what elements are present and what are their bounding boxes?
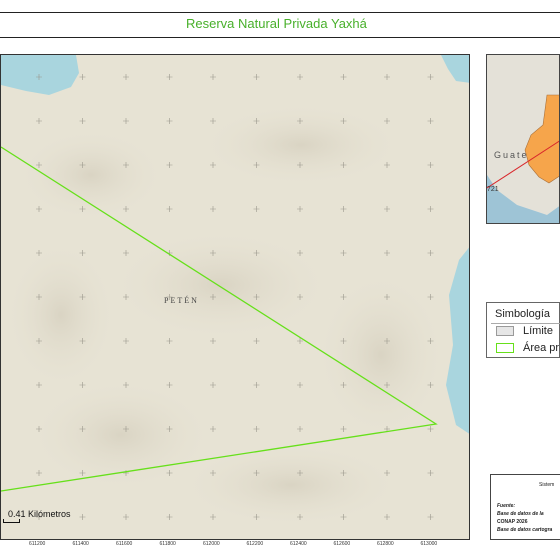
scale-bar: [3, 519, 20, 523]
title-bar: Reserva Natural Privada Yaxhá: [0, 12, 560, 38]
inset-canvas: Guate 721: [487, 55, 559, 223]
tick-label: 612200: [246, 541, 264, 547]
legend-title: Simbología: [495, 308, 551, 320]
tick-label: 612600: [333, 541, 351, 547]
info-source-line1: Base de datos de la: [497, 511, 544, 517]
tick-label: 611800: [159, 541, 176, 547]
legend: Simbología Límite Área pr: [486, 302, 560, 358]
info-source-line3: Base de datos cartogra: [497, 527, 553, 533]
info-source-line2: CONAP 2026: [497, 519, 528, 525]
tick-label: 612800: [377, 541, 394, 547]
main-map[interactable]: PETÉN: [0, 54, 470, 540]
legend-swatch-area: [496, 343, 514, 353]
map-title: Reserva Natural Privada Yaxhá: [186, 16, 367, 31]
tick-label: 611400: [72, 541, 89, 547]
tick-label: 613000: [420, 541, 438, 547]
tick-label: 611600: [116, 541, 133, 547]
place-label-peten: PETÉN: [164, 295, 199, 305]
legend-divider: [491, 323, 560, 324]
tick-label: 612400: [290, 541, 307, 547]
inset-map[interactable]: Guate 721: [486, 54, 560, 224]
legend-label-limit: Límite: [523, 325, 553, 337]
legend-label-area: Área pr: [523, 342, 560, 354]
scale-label: 0.41 Kilómetros: [8, 509, 71, 519]
tick-label: 612000: [203, 541, 220, 547]
tick-label: 611200: [29, 541, 46, 547]
info-source-title: Fuente:: [497, 503, 516, 509]
info-system-label: Sistem: [539, 482, 555, 488]
legend-swatch-limit: [496, 326, 514, 336]
info-box: Sistem Fuente: Base de datos de la CONAP…: [490, 474, 560, 540]
inset-number-label: 721: [487, 186, 499, 193]
inset-country-label: Guate: [494, 150, 529, 160]
map-canvas: PETÉN: [1, 55, 469, 539]
